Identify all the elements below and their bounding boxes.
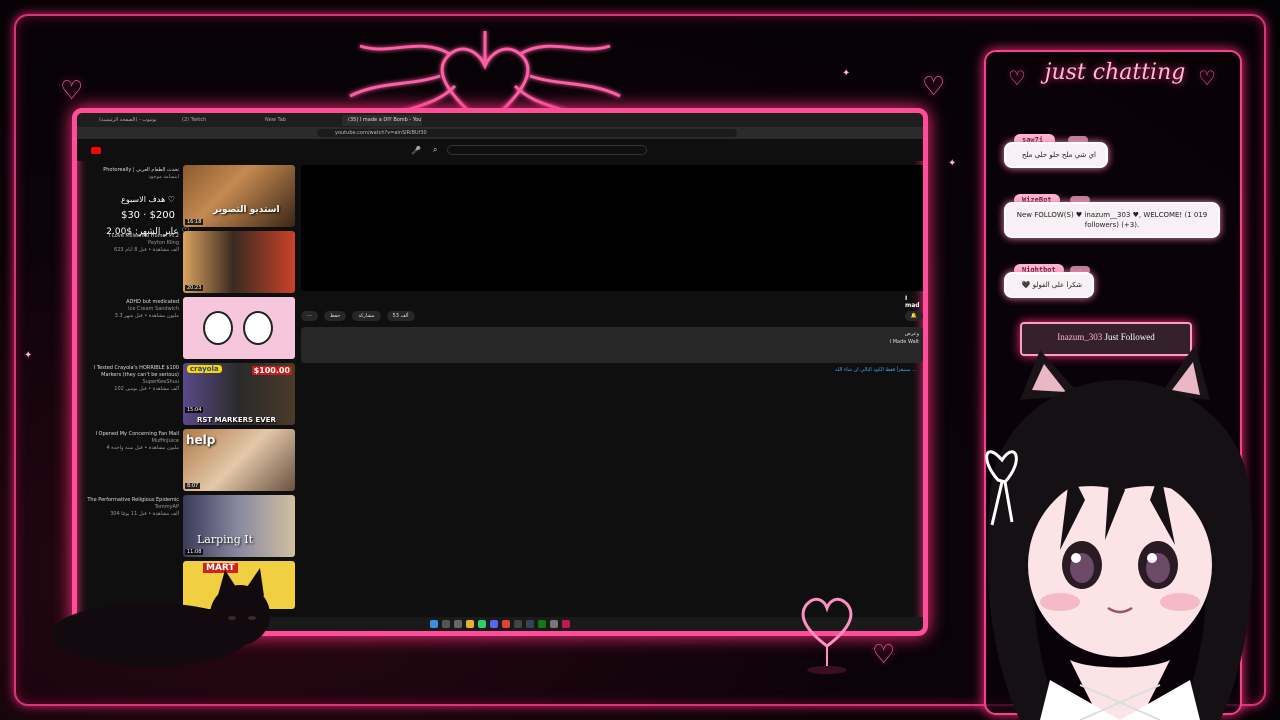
description-line: وعرض — [904, 331, 919, 337]
obs-icon[interactable] — [514, 620, 522, 628]
video-title: I mad — [905, 295, 920, 309]
discord-icon[interactable] — [490, 620, 498, 628]
search-icon[interactable] — [442, 620, 450, 628]
thumb-caption: RST MARKERS EVER — [197, 416, 276, 424]
channel-name[interactable]: Ice Cream Sandwich — [87, 306, 179, 313]
screen-capture-window: (الصفحة الرئيسية) - يوتيوب (2) Twitch Ne… — [72, 108, 928, 636]
duration-badge: 20:23 — [185, 285, 204, 291]
sparkle-icon: ✦ — [948, 158, 957, 169]
thumb-caption: help — [186, 433, 216, 447]
file-explorer-icon[interactable] — [466, 620, 474, 628]
video-title[interactable]: I Opened My Concerning Fan Mail — [87, 431, 179, 438]
list-item[interactable]: Photoreally | تحدث الطعام العربي ابتسامة … — [87, 165, 297, 229]
browser-tab[interactable]: New Tab — [259, 115, 339, 126]
task-view-icon[interactable] — [454, 620, 462, 628]
duration-badge: 15:04 — [185, 407, 204, 413]
channel-name[interactable]: TommyAP — [87, 504, 179, 511]
video-meta: 4 مليون مشاهدة • قبل سنة واحدة — [106, 445, 179, 451]
xbox-icon[interactable] — [538, 620, 546, 628]
heart-icon: ♡ — [60, 76, 84, 106]
duration-badge: 8:07 — [185, 483, 201, 489]
comment-link[interactable]: سينقرأ فقط الكود التالي ان شاء الله ... — [835, 367, 917, 373]
description-line: I Made Walt — [889, 339, 919, 345]
list-item[interactable]: I Love Millennial Humor Pt.2 Payton Kling… — [87, 231, 297, 295]
video-title[interactable]: I Tested Crayola's HORRIBLE $100 Markers… — [87, 365, 179, 379]
video-thumbnail[interactable]: 20:23 — [183, 231, 295, 293]
neon-heart-lamp — [801, 597, 853, 674]
video-player[interactable] — [301, 165, 923, 291]
list-item[interactable]: ADHD but medicated Ice Cream Sandwich 3.3 … — [87, 297, 297, 361]
mic-icon[interactable]: 🎤 — [411, 146, 421, 155]
channel-name[interactable]: MuffinJuice — [87, 438, 179, 445]
whatsapp-icon[interactable] — [478, 620, 486, 628]
chat-bubble: شكرا على الفولو 🖤 — [1004, 272, 1094, 298]
chat-bubble: New FOLLOW(S) ♥ inazum__303 ♥, WELCOME! … — [1004, 202, 1220, 238]
duration-badge: 16:18 — [185, 219, 204, 225]
browser-tab-bar: (الصفحة الرئيسية) - يوتيوب (2) Twitch Ne… — [77, 113, 923, 127]
youtube-logo-icon[interactable] — [91, 146, 101, 154]
vtuber-avatar — [985, 345, 1253, 720]
chat-bubble: اي شي ملح حلو حلى ملح — [1004, 142, 1108, 168]
price-tag: $100.00 — [251, 366, 292, 375]
notification-bell-icon[interactable]: 🔔 — [904, 311, 923, 321]
chrome-icon[interactable] — [502, 620, 510, 628]
cat-silhouette — [50, 568, 270, 667]
search-input[interactable] — [447, 145, 647, 155]
video-meta: 102 ألف مشاهدة • قبل يومين — [114, 386, 179, 392]
channel-name[interactable]: SuperKeeShuu — [87, 379, 179, 386]
brand-logo: crayola — [187, 365, 222, 373]
list-item[interactable]: The Performative Religious Epidemic Tommy… — [87, 495, 297, 559]
share-button[interactable]: مشاركة — [352, 311, 381, 321]
video-action-bar: ⋯ حفظ مشاركة 53 ألف 🔔 — [301, 309, 923, 323]
video-title[interactable]: The Performative Religious Epidemic — [87, 497, 179, 504]
youtube-header: 🎤 ⌕ — [77, 139, 923, 161]
chat-message: saw7i_ اي شي ملح حلو حلى ملح — [1004, 134, 1114, 174]
steam-icon[interactable] — [526, 620, 534, 628]
browser-tab-active[interactable]: (35) I made a DIY Bomb - YouT... — [342, 114, 422, 126]
video-title[interactable]: Photoreally | تحدث الطعام العربي — [87, 167, 179, 174]
cartoon-face-icon — [203, 311, 233, 345]
video-thumbnail[interactable] — [183, 297, 295, 359]
chat-message: Nightbot شكرا على الفولو 🖤 — [1004, 264, 1096, 304]
video-thumbnail[interactable]: استديو التصوير 16:18 — [183, 165, 295, 227]
heart-icon: ♡ — [872, 640, 896, 670]
sparkle-icon: ✦ — [842, 68, 851, 79]
video-meta: 623 ألف مشاهدة • قبل 8 أيام — [114, 247, 179, 253]
video-thumbnail[interactable]: help 8:07 — [183, 429, 295, 491]
channel-name[interactable]: ابتسامة موجود — [87, 174, 179, 181]
list-item[interactable]: I Tested Crayola's HORRIBLE $100 Markers… — [87, 363, 297, 427]
app-icon[interactable] — [562, 620, 570, 628]
heart-icon: ♡ — [1198, 66, 1216, 90]
chat-title: just chatting — [1044, 60, 1186, 85]
browser-tab[interactable]: (الصفحة الرئيسية) - يوتيوب — [93, 115, 173, 126]
video-thumbnail[interactable]: crayola $100.00 RST MARKERS EVER 15:04 — [183, 363, 295, 425]
stream-overlay: ♡ ♡ ♡ ✦ ✦ ✦ (الصفحة الرئيسية) - يوتيوب (… — [0, 0, 1280, 720]
settings-icon[interactable] — [550, 620, 558, 628]
save-button[interactable]: حفظ — [324, 311, 347, 321]
video-title[interactable]: ADHD but medicated — [87, 299, 179, 306]
sparkle-icon: ✦ — [24, 350, 33, 361]
browser-tab[interactable]: (2) Twitch — [176, 115, 256, 126]
cartoon-face-icon — [243, 311, 273, 345]
search-icon[interactable]: ⌕ — [433, 145, 437, 155]
chat-message: WizeBot New FOLLOW(S) ♥ inazum__303 ♥, W… — [1004, 194, 1222, 244]
video-meta: 3.3 مليون مشاهدة • قبل شهر — [114, 313, 179, 319]
url-field[interactable]: youtube.com/watch?v=ainSIRiBUf30 — [317, 129, 737, 137]
more-actions-button[interactable]: ⋯ — [301, 311, 318, 321]
duration-badge: 11:08 — [185, 549, 204, 555]
heart-icon: ♡ — [1008, 66, 1026, 90]
start-icon[interactable] — [430, 620, 438, 628]
video-thumbnail[interactable]: Larping It 11:08 — [183, 495, 295, 557]
channel-name[interactable]: Payton Kling — [87, 240, 179, 247]
description-box[interactable]: وعرض I Made Walt — [301, 327, 923, 363]
video-title[interactable]: I Love Millennial Humor Pt.2 — [87, 233, 179, 240]
list-item[interactable]: I Opened My Concerning Fan Mail MuffinJui… — [87, 429, 297, 493]
like-button[interactable]: 53 ألف — [386, 311, 415, 321]
video-meta: 304 ألف مشاهدة • قبل 11 يومًا — [110, 511, 179, 517]
address-bar-row: youtube.com/watch?v=ainSIRiBUf30 — [77, 127, 923, 139]
heart-icon: ♡ — [922, 72, 946, 102]
thumb-caption: استديو التصوير — [213, 205, 280, 215]
thumb-caption: Larping It — [197, 533, 254, 546]
